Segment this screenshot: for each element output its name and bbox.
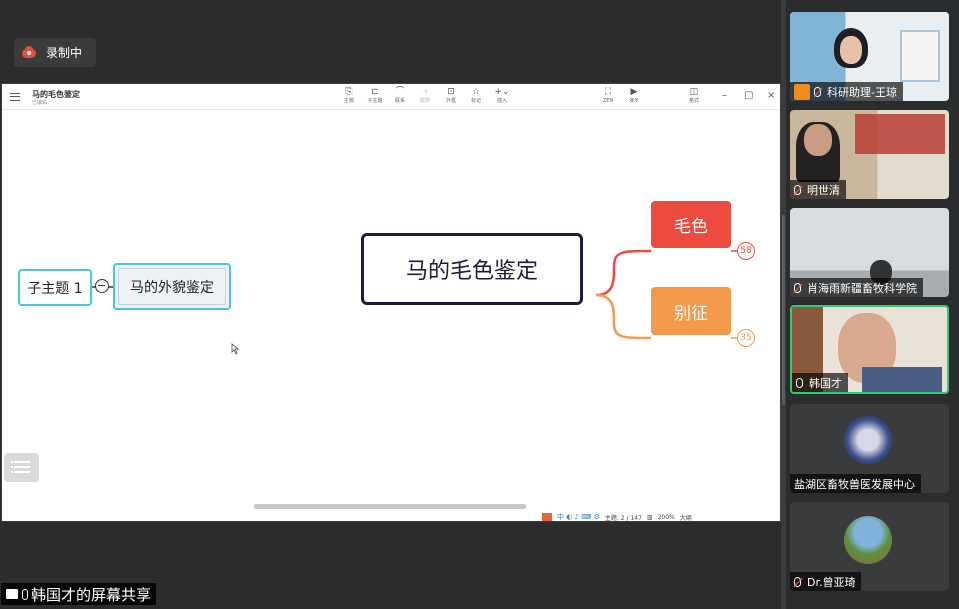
branch-count-color[interactable]: 58 xyxy=(737,242,755,260)
participant-tile[interactable]: 肖海雨新疆畜牧科学院 xyxy=(790,208,949,297)
avatar xyxy=(844,416,892,464)
summary-icon: ⫞ xyxy=(422,87,428,97)
summary-button[interactable]: ⫞ 概要 xyxy=(413,87,437,109)
central-topic-node[interactable]: 马的毛色鉴定 xyxy=(361,233,583,305)
star-icon: ☆ xyxy=(471,87,481,97)
marker-button[interactable]: ☆ 标记 xyxy=(464,87,488,109)
screen-share-icon xyxy=(6,589,18,599)
person-shirt xyxy=(862,367,942,392)
format-panel-button[interactable]: ◫ 格式 xyxy=(682,87,706,109)
insert-button[interactable]: +⌄ 插入 xyxy=(490,87,514,109)
participant-name: 科研助理-王琼 xyxy=(827,85,897,99)
participant-tile[interactable]: 科研助理-王琼 xyxy=(790,12,949,101)
wall-banner xyxy=(855,114,945,154)
participant-name-bar: 肖海雨新疆畜牧科学院 xyxy=(790,278,923,297)
floating-appearance-label: 马的外貌鉴定 xyxy=(130,279,214,296)
vertical-scrollbar[interactable] xyxy=(782,215,785,405)
participant-name-bar: 明世清 xyxy=(790,180,846,199)
topic-button[interactable]: ⎘ 主题 xyxy=(337,87,361,109)
outline-label[interactable]: 大纲 xyxy=(680,513,692,522)
participant-tile[interactable]: 明世清 xyxy=(790,110,949,199)
app-toolbar: 马的毛色鉴定 已编辑 ⎘ 主题 ⊏ 子主题 ⌒ 联系 ⫞ 概要 ⊡ 外框 ☆ 标记 +⌄ 插入… xyxy=(2,84,780,110)
subtopic-button[interactable]: ⊏ 子主题 xyxy=(363,87,387,109)
recording-badge[interactable]: 录制中 xyxy=(14,38,96,67)
mic-muted-icon xyxy=(794,184,801,195)
mindmap-canvas[interactable]: 子主题 1 马的外貌鉴定 马的毛色鉴定 毛色 58 别征 35 xyxy=(2,111,780,511)
participant-name: 盐湖区畜牧兽医发展中心 xyxy=(794,477,915,491)
participant-tile-speaking[interactable]: 韩国才 xyxy=(790,305,949,394)
hamburger-menu-icon[interactable] xyxy=(10,93,20,101)
mic-muted-icon xyxy=(794,576,801,587)
branch-node-mark[interactable]: 别征 xyxy=(651,287,731,335)
list-icon xyxy=(11,461,13,463)
relationship-button[interactable]: ⌒ 联系 xyxy=(388,87,412,109)
close-button[interactable]: × xyxy=(767,90,775,101)
branch-node-color[interactable]: 毛色 xyxy=(651,201,731,248)
topic-count: 主题: 2 / 147 xyxy=(604,514,642,522)
zoom-level[interactable]: 200% xyxy=(658,514,675,521)
boundary-icon: ⊡ xyxy=(447,87,455,97)
avatar xyxy=(844,516,892,564)
pitch-mode-button[interactable]: ▶ 演示 xyxy=(622,87,646,109)
play-icon: ▶ xyxy=(630,87,638,97)
floating-subtopic-node[interactable]: 子主题 1 xyxy=(18,269,92,306)
plus-icon: +⌄ xyxy=(494,87,510,97)
status-bar: 中 ◐ ♪ ⌨ ⚙ 主题: 2 / 147 ▥ 200% 大纲 xyxy=(542,512,780,522)
participant-name-bar: 科研助理-王琼 xyxy=(790,82,903,101)
collapse-toggle-icon[interactable] xyxy=(95,279,109,293)
mic-icon xyxy=(22,588,28,600)
person-face xyxy=(804,124,832,156)
horizontal-scrollbar[interactable] xyxy=(254,504,526,509)
fullscreen-icon: ⛶ xyxy=(604,87,612,97)
branch-count-mark[interactable]: 35 xyxy=(737,329,755,347)
subtopic-icon: ⊏ xyxy=(371,87,379,97)
ime-tools-icon: 中 ◐ ♪ ⌨ ⚙ xyxy=(557,513,600,521)
cloud-record-icon xyxy=(22,45,36,60)
participant-name: 明世清 xyxy=(807,183,840,197)
participant-tile[interactable]: Dr.曾亚琦 xyxy=(790,502,949,591)
mic-muted-icon xyxy=(794,282,801,293)
mouse-cursor-icon xyxy=(231,343,240,355)
recording-label: 录制中 xyxy=(46,46,83,60)
host-icon xyxy=(794,83,810,100)
screen-share-text: 韩国才的屏幕共享 xyxy=(31,585,152,604)
minimize-button[interactable]: – xyxy=(722,90,727,101)
panel-icon: ◫ xyxy=(689,87,699,97)
participant-name-bar: 盐湖区畜牧兽医发展中心 xyxy=(790,474,921,493)
participant-name-bar: Dr.曾亚琦 xyxy=(790,572,862,591)
zen-mode-button[interactable]: ⛶ ZEN xyxy=(596,87,620,109)
map-icon: ▥ xyxy=(646,513,653,521)
boundary-button[interactable]: ⊡ 外框 xyxy=(439,87,463,109)
document-status: 已编辑 xyxy=(32,100,48,106)
branch-line-mark xyxy=(595,293,652,340)
topic-icon: ⎘ xyxy=(345,87,353,97)
mic-icon xyxy=(796,377,803,388)
relationship-icon: ⌒ xyxy=(395,87,405,97)
maximize-button[interactable]: ▢ xyxy=(744,90,753,101)
participant-name: Dr.曾亚琦 xyxy=(807,575,856,589)
ime-icon xyxy=(542,513,552,521)
shared-screen: 马的毛色鉴定 已编辑 ⎘ 主题 ⊏ 子主题 ⌒ 联系 ⫞ 概要 ⊡ 外框 ☆ 标记 +⌄ 插入… xyxy=(1,83,781,522)
participant-name-bar: 韩国才 xyxy=(792,373,848,392)
floating-appearance-node[interactable]: 马的外貌鉴定 xyxy=(113,263,231,310)
bookshelf xyxy=(900,30,940,82)
participant-name: 肖海雨新疆畜牧科学院 xyxy=(807,281,917,295)
participant-name: 韩国才 xyxy=(809,376,842,390)
screen-share-label: 韩国才的屏幕共享 xyxy=(1,583,157,605)
branch-line-color xyxy=(595,249,652,297)
person-face xyxy=(840,36,862,64)
mic-muted-icon xyxy=(814,86,821,97)
outline-toggle-button[interactable] xyxy=(4,453,39,482)
participant-tile[interactable]: 盐湖区畜牧兽医发展中心 xyxy=(790,404,949,493)
